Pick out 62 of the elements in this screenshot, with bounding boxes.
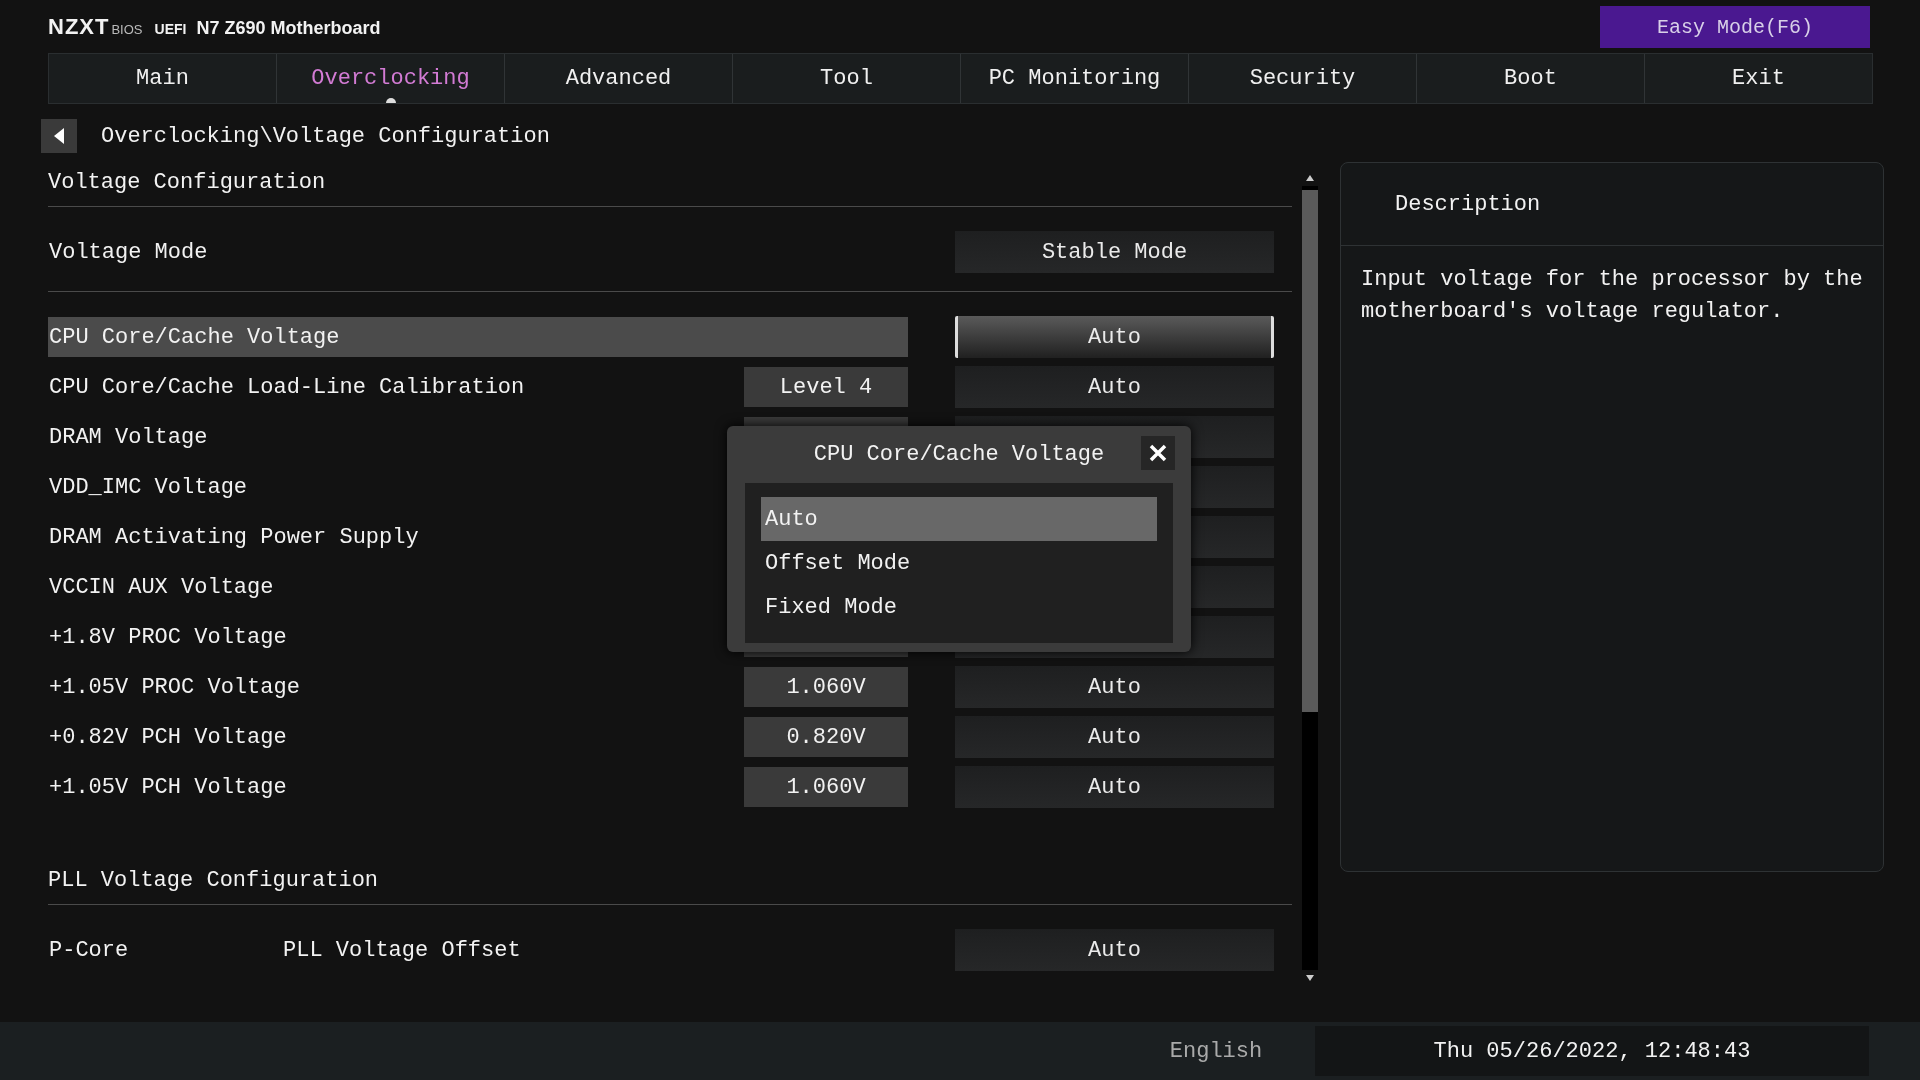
close-icon bbox=[1149, 444, 1167, 462]
menu-tab[interactable]: Tool bbox=[733, 54, 961, 103]
bios-label: BIOS bbox=[111, 22, 143, 37]
setting-label[interactable]: +1.8V PROC Voltage bbox=[48, 624, 287, 650]
brand-logo: NZXT bbox=[48, 14, 110, 40]
scrollbar[interactable] bbox=[1302, 174, 1318, 982]
popup-option[interactable]: Offset Mode bbox=[761, 541, 1157, 585]
value-field[interactable]: 1.060V bbox=[744, 767, 908, 807]
setting-label: P-Core bbox=[48, 937, 130, 963]
option-button[interactable]: Auto bbox=[955, 766, 1274, 808]
setting-label: +0.82V PCH Voltage bbox=[48, 724, 288, 750]
scroll-down-icon[interactable] bbox=[1305, 974, 1315, 982]
option-button[interactable]: Auto bbox=[955, 716, 1274, 758]
setting-row[interactable]: CPU Core/Cache Load-Line Calibration Level 4 bbox=[48, 367, 908, 407]
section-title: PLL Voltage Configuration bbox=[48, 867, 380, 895]
description-title: Description bbox=[1395, 191, 1541, 217]
model-name: N7 Z690 Motherboard bbox=[196, 18, 381, 39]
setting-row[interactable]: +1.05V PROC Voltage 1.060V bbox=[48, 667, 908, 707]
language-selector[interactable]: English bbox=[1117, 1026, 1315, 1076]
setting-label: Voltage Mode bbox=[48, 239, 209, 265]
popup-option[interactable]: Fixed Mode bbox=[761, 585, 1157, 629]
value-field[interactable]: 0.820V bbox=[744, 717, 908, 757]
back-button[interactable] bbox=[41, 119, 77, 153]
setting-row[interactable]: +0.82V PCH Voltage 0.820V bbox=[48, 717, 908, 757]
setting-row[interactable]: +1.05V PCH Voltage 1.060V bbox=[48, 767, 908, 807]
menu-tab[interactable]: PC Monitoring bbox=[961, 54, 1189, 103]
popup-option[interactable]: Auto bbox=[761, 497, 1157, 541]
setting-label[interactable]: VCCIN AUX Voltage bbox=[48, 574, 274, 600]
breadcrumb: Overclocking\Voltage Configuration bbox=[101, 123, 550, 149]
description-text: Input voltage for the processor by the motherboard's voltage regulator. bbox=[1361, 266, 1863, 326]
setting-label[interactable]: DRAM Activating Power Supply bbox=[48, 524, 419, 550]
setting-label: +1.05V PROC Voltage bbox=[48, 674, 301, 700]
setting-label: +1.05V PCH Voltage bbox=[48, 774, 288, 800]
popup-title: CPU Core/Cache Voltage bbox=[813, 442, 1105, 467]
option-button[interactable]: Auto bbox=[955, 366, 1274, 408]
value-field[interactable]: 1.060V bbox=[744, 667, 908, 707]
close-button[interactable] bbox=[1141, 436, 1175, 470]
setting-row[interactable]: CPU Core/Cache Voltage bbox=[48, 317, 908, 357]
section-title: Voltage Configuration bbox=[48, 169, 327, 197]
menu-tab[interactable]: Advanced bbox=[505, 54, 733, 103]
setting-label: CPU Core/Cache Voltage bbox=[48, 324, 341, 350]
option-button[interactable]: Auto bbox=[955, 929, 1274, 971]
uefi-label: UEFI bbox=[154, 21, 187, 37]
setting-row[interactable]: P-Core PLL Voltage Offset bbox=[48, 930, 908, 970]
setting-label[interactable]: VDD_IMC Voltage bbox=[48, 474, 248, 500]
back-arrow-icon bbox=[52, 127, 66, 145]
option-button[interactable]: Auto bbox=[955, 666, 1274, 708]
menu-tab[interactable]: Boot bbox=[1417, 54, 1645, 103]
setting-sublabel: PLL Voltage Offset bbox=[283, 937, 522, 963]
option-button[interactable]: Auto bbox=[955, 316, 1274, 358]
easy-mode-button[interactable]: Easy Mode(F6) bbox=[1600, 6, 1870, 48]
menu-tab[interactable]: Main bbox=[49, 54, 277, 103]
setting-label: CPU Core/Cache Load-Line Calibration bbox=[48, 374, 526, 400]
menu-tab[interactable]: Security bbox=[1189, 54, 1417, 103]
menu-tab[interactable]: Exit bbox=[1645, 54, 1872, 103]
scroll-up-icon[interactable] bbox=[1305, 174, 1315, 182]
option-button[interactable]: Stable Mode bbox=[955, 231, 1274, 273]
setting-label[interactable]: DRAM Voltage bbox=[48, 424, 208, 450]
date-time: Thu 05/26/2022, 12:48:43 bbox=[1315, 1026, 1869, 1076]
menu-tab[interactable]: Overclocking bbox=[277, 54, 505, 103]
value-field[interactable]: Level 4 bbox=[744, 367, 908, 407]
setting-row[interactable]: Voltage Mode bbox=[48, 232, 908, 272]
